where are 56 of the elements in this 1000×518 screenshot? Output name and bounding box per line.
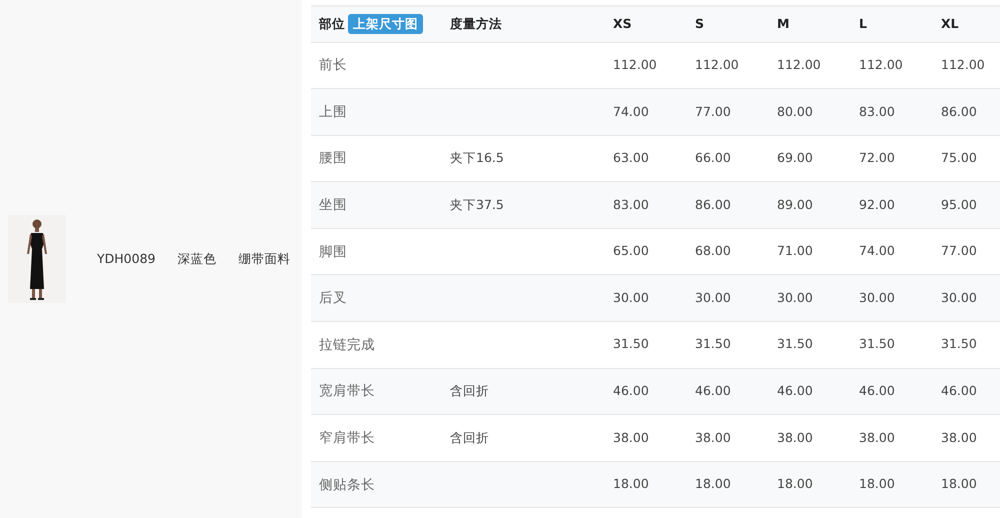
table-cell: 上围 — [311, 88, 442, 136]
table-cell: 77.00 — [687, 88, 769, 136]
table-cell: 30.00 — [769, 274, 851, 322]
column-header: 部位 — [319, 16, 345, 32]
column-header: M — [777, 16, 790, 31]
table-cell: 18.00 — [933, 461, 1000, 508]
table-cell: 46.00 — [851, 368, 933, 415]
table-cell: 坐围 — [311, 182, 442, 228]
column-header: XS — [613, 16, 632, 31]
table-cell: 46.00 — [687, 368, 769, 415]
table-cell: 拉链完成 — [311, 322, 442, 368]
table-cell: 46.00 — [769, 368, 851, 415]
table-cell: 30.00 — [851, 274, 933, 322]
color-label: 深蓝色 — [177, 250, 216, 268]
table-cell: 92.00 — [851, 182, 933, 228]
table-cell: 80.00 — [769, 88, 851, 136]
table-cell: 18.00 — [687, 461, 769, 508]
fabric-label: 绷带面料 — [238, 250, 290, 268]
table-cell: 含回折 — [442, 368, 605, 415]
table-cell: 38.00 — [605, 414, 687, 462]
table-cell: 86.00 — [933, 88, 1000, 136]
table-cell: 83.00 — [605, 182, 687, 228]
column-header: 度量方法 — [450, 16, 502, 31]
table-cell: 31.50 — [933, 322, 1000, 368]
table-cell: 89.00 — [769, 182, 851, 228]
table-cell: 86.00 — [687, 182, 769, 228]
table-cell: 38.00 — [687, 414, 769, 462]
table-cell: 30.00 — [687, 274, 769, 322]
table-cell: 18.00 — [605, 461, 687, 508]
table-cell: 95.00 — [933, 182, 1000, 228]
product-code: YDH0089 — [97, 250, 156, 268]
table-cell: 31.50 — [851, 322, 933, 368]
table-cell: 83.00 — [851, 88, 933, 136]
table-cell: 31.50 — [605, 322, 687, 368]
table-cell: 38.00 — [769, 414, 851, 462]
table-cell: 18.00 — [769, 461, 851, 508]
table-cell: 窄肩带长 — [311, 414, 442, 462]
table-cell: 后叉 — [311, 274, 442, 322]
table-cell: 宽肩带长 — [311, 368, 442, 415]
table-cell: 含回折 — [442, 414, 605, 462]
table-cell: 46.00 — [605, 368, 687, 415]
column-header: S — [695, 16, 704, 31]
table-cell: 74.00 — [605, 88, 687, 136]
size-chart-button[interactable]: 上架尺寸图 — [348, 14, 423, 34]
column-header: L — [859, 16, 867, 31]
column-header: XL — [941, 16, 959, 31]
table-cell: 夹下37.5 — [442, 182, 605, 228]
table-cell: 30.00 — [605, 274, 687, 322]
table-cell: 31.50 — [687, 322, 769, 368]
table-cell: 31.50 — [769, 322, 851, 368]
table-cell: 46.00 — [933, 368, 1000, 415]
table-cell: 30.00 — [933, 274, 1000, 322]
table-cell: 38.00 — [851, 414, 933, 462]
table-cell: 18.00 — [851, 461, 933, 508]
table-cell: 38.00 — [933, 414, 1000, 462]
table-cell: 侧贴条长 — [311, 461, 442, 508]
